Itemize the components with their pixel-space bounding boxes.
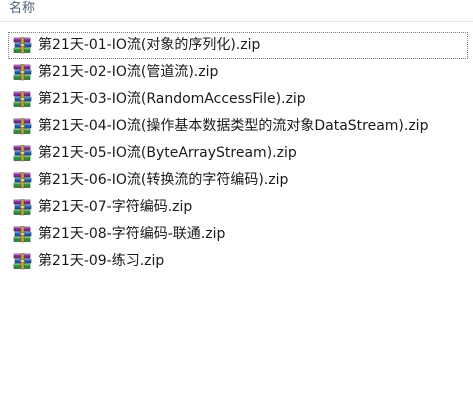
file-name: 第21天-04-IO流(操作基本数据类型的流对象DataStream).zip <box>38 118 429 134</box>
file-name: 第21天-07-字符编码.zip <box>38 199 193 215</box>
file-name: 第21天-08-字符编码-联通.zip <box>38 226 226 242</box>
file-name: 第21天-01-IO流(对象的序列化).zip <box>38 37 261 53</box>
winrar-archive-icon <box>13 253 33 270</box>
file-item[interactable]: 第21天-01-IO流(对象的序列化).zip <box>8 32 468 59</box>
winrar-archive-icon <box>13 145 33 162</box>
winrar-archive-icon <box>13 37 33 54</box>
file-name: 第21天-09-练习.zip <box>38 253 165 269</box>
file-name: 第21天-02-IO流(管道流).zip <box>38 64 219 80</box>
file-item[interactable]: 第21天-04-IO流(操作基本数据类型的流对象DataStream).zip <box>8 113 468 140</box>
file-name: 第21天-03-IO流(RandomAccessFile).zip <box>38 91 306 107</box>
file-item[interactable]: 第21天-06-IO流(转换流的字符编码).zip <box>8 167 468 194</box>
file-item[interactable]: 第21天-05-IO流(ByteArrayStream).zip <box>8 140 468 167</box>
file-item[interactable]: 第21天-03-IO流(RandomAccessFile).zip <box>8 86 468 113</box>
winrar-archive-icon <box>13 199 33 216</box>
file-item[interactable]: 第21天-02-IO流(管道流).zip <box>8 59 468 86</box>
file-explorer-pane: 名称 第21天-01-IO流(对象的序列化).zip 第21天-02-IO流(管… <box>0 0 473 414</box>
file-item[interactable]: 第21天-07-字符编码.zip <box>8 194 468 221</box>
winrar-archive-icon <box>13 118 33 135</box>
file-name: 第21天-05-IO流(ByteArrayStream).zip <box>38 145 297 161</box>
winrar-archive-icon <box>13 172 33 189</box>
file-name: 第21天-06-IO流(转换流的字符编码).zip <box>38 172 289 188</box>
winrar-archive-icon <box>13 226 33 243</box>
name-column-label: 名称 <box>9 1 36 16</box>
file-item[interactable]: 第21天-09-练习.zip <box>8 248 468 275</box>
file-list: 第21天-01-IO流(对象的序列化).zip 第21天-02-IO流(管道流)… <box>0 32 473 275</box>
winrar-archive-icon <box>13 64 33 81</box>
name-column-header[interactable]: 名称 <box>0 0 473 22</box>
winrar-archive-icon <box>13 91 33 108</box>
file-item[interactable]: 第21天-08-字符编码-联通.zip <box>8 221 468 248</box>
